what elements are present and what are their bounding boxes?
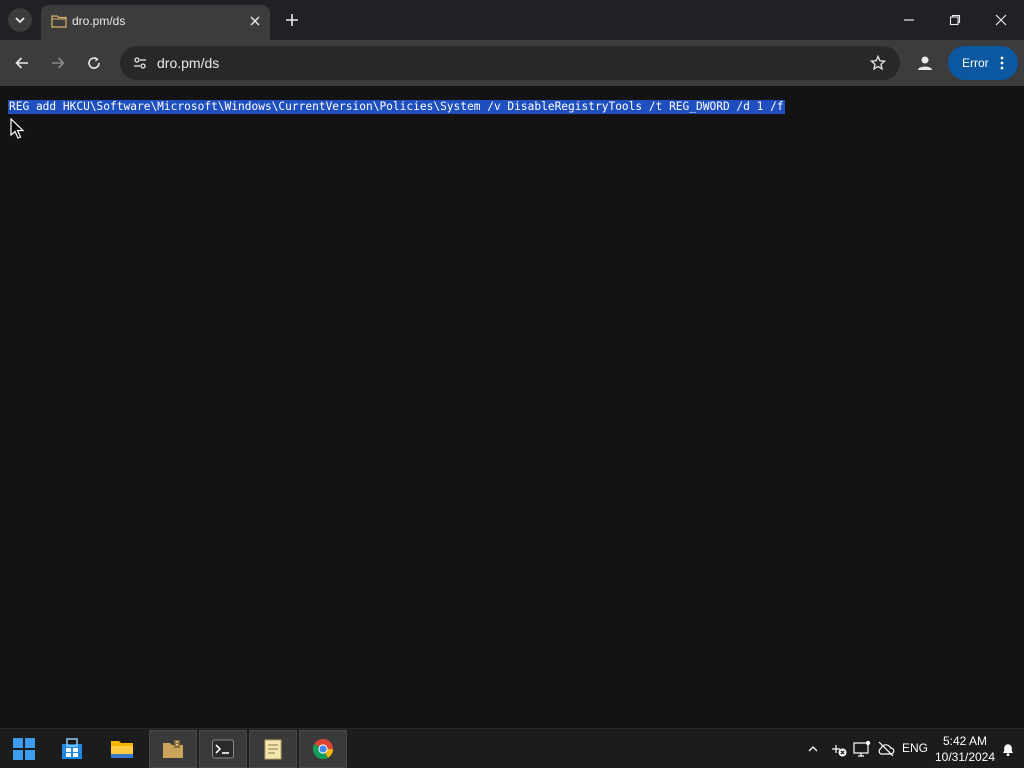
tune-icon <box>134 57 146 69</box>
terminal-icon <box>212 739 234 759</box>
command-text[interactable]: REG add HKCU\Software\Microsoft\Windows\… <box>8 100 785 114</box>
page-content: REG add HKCU\Software\Microsoft\Windows\… <box>0 86 1024 728</box>
arrow-left-icon <box>15 57 28 69</box>
forward-button[interactable] <box>46 51 70 75</box>
minimize-icon <box>904 19 914 21</box>
chevron-down-icon <box>15 17 25 24</box>
new-tab-button[interactable] <box>282 10 302 30</box>
profile-button[interactable] <box>913 51 937 75</box>
error-menu-button[interactable]: Error <box>948 46 1018 80</box>
bell-icon <box>1003 744 1013 756</box>
cloud-off-icon <box>878 741 895 757</box>
close-window-button[interactable] <box>978 0 1024 40</box>
address-url: dro.pm/ds <box>157 55 220 71</box>
browser-tab[interactable]: dro.pm/ds <box>41 5 270 40</box>
network-error-icon <box>832 745 847 757</box>
archive-folder-icon <box>163 740 183 758</box>
site-info-button[interactable] <box>128 51 152 75</box>
plus-icon <box>286 14 298 26</box>
folder-favicon-icon <box>51 15 67 28</box>
close-icon <box>250 16 260 26</box>
star-icon <box>870 55 886 71</box>
file-explorer-button[interactable] <box>98 730 146 768</box>
monitor-icon <box>853 740 871 757</box>
notepad-app-button[interactable] <box>249 730 297 768</box>
browser-titlebar: dro.pm/ds <box>0 0 1024 40</box>
tab-close-button[interactable] <box>246 12 264 30</box>
store-app-button[interactable] <box>48 730 96 768</box>
notepad-icon <box>264 739 282 760</box>
browser-toolbar: dro.pm/ds Error <box>0 40 1024 86</box>
mouse-cursor-icon <box>10 118 25 139</box>
tab-search-button[interactable] <box>8 8 32 32</box>
bookmark-button[interactable] <box>868 53 888 73</box>
error-label: Error <box>962 56 989 70</box>
input-language[interactable]: ENG <box>902 741 928 755</box>
display-button[interactable] <box>852 739 872 759</box>
restore-icon <box>949 14 961 26</box>
system-clock[interactable]: 5:42 AM 10/31/2024 <box>930 733 1000 765</box>
notifications-button[interactable] <box>998 739 1018 759</box>
tab-title: dro.pm/ds <box>72 14 126 28</box>
show-hidden-icons-button[interactable] <box>803 739 823 759</box>
reload-icon <box>88 57 100 69</box>
restore-button[interactable] <box>932 0 978 40</box>
clock-date: 10/31/2024 <box>934 750 996 764</box>
terminal-app-button[interactable] <box>199 730 247 768</box>
minimize-button[interactable] <box>886 0 932 40</box>
chevron-up-icon <box>808 746 818 752</box>
reload-button[interactable] <box>82 51 106 75</box>
chrome-app-button[interactable] <box>299 730 347 768</box>
back-button[interactable] <box>10 51 34 75</box>
arrow-right-icon <box>52 57 65 69</box>
sync-status-button[interactable] <box>876 739 896 759</box>
person-icon <box>918 56 932 70</box>
address-bar[interactable]: dro.pm/ds <box>120 46 900 80</box>
clock-time: 5:42 AM <box>942 734 988 748</box>
taskbar: ENG 5:42 AM 10/31/2024 <box>0 728 1024 768</box>
network-status-button[interactable] <box>829 739 849 759</box>
folder-icon <box>111 741 133 758</box>
store-icon <box>62 738 82 759</box>
start-button[interactable] <box>0 730 48 768</box>
windows-logo-icon <box>13 738 35 760</box>
more-vertical-icon <box>1000 56 1004 70</box>
chrome-icon <box>312 739 334 760</box>
archive-app-button[interactable] <box>149 730 197 768</box>
close-icon <box>995 14 1007 26</box>
